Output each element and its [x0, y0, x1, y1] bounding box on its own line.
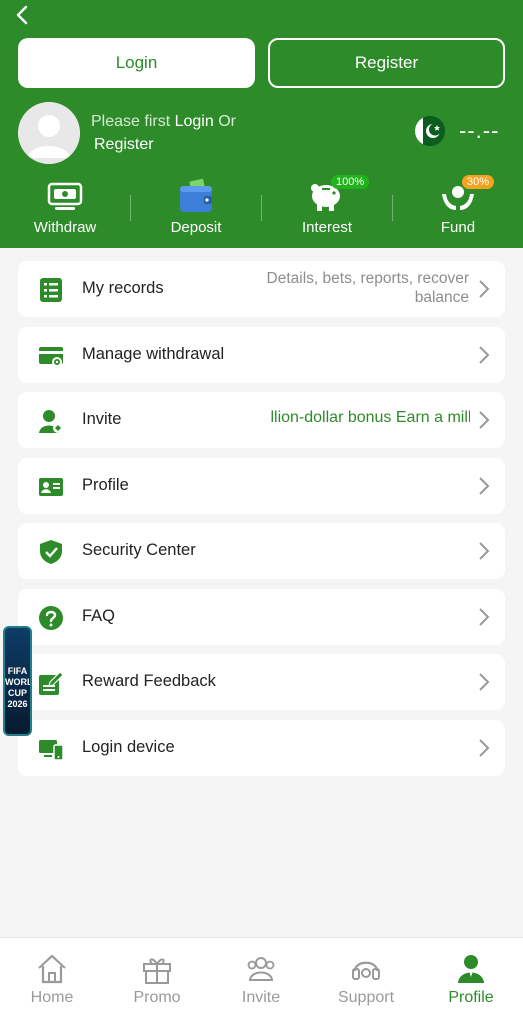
id-card-icon: [38, 474, 64, 500]
hint-login-link[interactable]: Login: [175, 113, 214, 130]
nav-label: Home: [30, 989, 74, 1006]
nav-promo[interactable]: Promo: [117, 952, 197, 1007]
menu-item-my-records[interactable]: My records Details, bets, reports, recov…: [18, 261, 505, 317]
divider: [392, 195, 393, 221]
back-arrow-icon[interactable]: [12, 4, 34, 26]
register-button[interactable]: Register: [268, 38, 505, 88]
menu-item-label: Invite: [82, 410, 122, 428]
nav-label: Promo: [133, 989, 181, 1006]
fifa-banner-text: FIFA WORLD CUP 2026: [5, 666, 32, 709]
menu-item-label: Security Center: [82, 541, 196, 559]
menu-item-security-center[interactable]: Security Center: [18, 523, 505, 579]
menu-item-faq[interactable]: FAQ: [18, 589, 505, 645]
login-hint: Please first Login Or Register: [91, 110, 271, 156]
divider: [261, 195, 262, 221]
interest-label: Interest: [301, 219, 353, 236]
withdraw-action[interactable]: Withdraw: [15, 178, 115, 242]
balance-value: --.--: [459, 118, 500, 143]
person-icon: [454, 952, 488, 986]
nav-support[interactable]: Support: [326, 952, 406, 1007]
menu-item-manage-withdrawal[interactable]: Manage withdrawal: [18, 327, 505, 383]
interest-action[interactable]: 100% Interest: [277, 175, 377, 242]
menu-item-label: Reward Feedback: [82, 672, 216, 690]
deposit-label: Deposit: [170, 219, 222, 236]
menu-item-label: Login device: [82, 738, 175, 756]
menu-item-label: Manage withdrawal: [82, 345, 225, 363]
home-icon: [35, 952, 69, 986]
withdraw-icon: [45, 178, 85, 214]
fund-label: Fund: [440, 219, 476, 236]
question-icon: [38, 605, 64, 631]
menu-item-profile[interactable]: Profile: [18, 458, 505, 514]
chevron-right-icon: [477, 672, 491, 692]
nav-home[interactable]: Home: [12, 952, 92, 1007]
shield-icon: [38, 539, 64, 565]
gift-icon: [140, 952, 174, 986]
pakistan-flag-icon[interactable]: [415, 116, 445, 146]
fund-badge: 30%: [462, 175, 495, 189]
invite-user-icon: [38, 408, 64, 434]
menu-item-label: Profile: [82, 476, 129, 494]
hint-or: Or: [218, 113, 236, 130]
hint-prefix: Please first: [91, 113, 171, 130]
fund-hands-icon: 30%: [438, 175, 495, 214]
hint-register-link[interactable]: Register: [91, 133, 271, 156]
chevron-right-icon: [477, 345, 491, 365]
users-icon: [244, 952, 278, 986]
chevron-right-icon: [477, 279, 491, 299]
chevron-right-icon: [477, 476, 491, 496]
chevron-right-icon: [477, 410, 491, 430]
nav-label: Support: [337, 989, 395, 1006]
invite-marquee-text: Earn a million-dollar bonus Earn a milli: [270, 409, 470, 426]
menu-item-label: FAQ: [82, 607, 116, 625]
nav-profile[interactable]: Profile: [431, 952, 511, 1007]
bottom-navigation: Home Promo Invite Support Profile: [0, 937, 523, 1024]
menu-item-description: Details, bets, reports, recover balance: [266, 270, 469, 306]
menu-item-login-device[interactable]: Login device: [18, 720, 505, 776]
chevron-right-icon: [477, 738, 491, 758]
devices-icon: [38, 736, 64, 762]
fund-action[interactable]: 30% Fund: [408, 175, 508, 242]
withdraw-label: Withdraw: [33, 219, 97, 236]
nav-invite[interactable]: Invite: [221, 952, 301, 1007]
nav-label: Profile: [448, 989, 494, 1006]
menu-item-invite[interactable]: Invite Earn a million-dollar bonus Earn …: [18, 392, 505, 448]
edit-document-icon: [38, 670, 64, 696]
chevron-right-icon: [477, 541, 491, 561]
wallet-icon: [176, 178, 216, 214]
interest-badge: 100%: [331, 175, 370, 189]
deposit-action[interactable]: Deposit: [146, 178, 246, 242]
fifa-promo-banner[interactable]: FIFA WORLD CUP 2026: [3, 626, 32, 736]
menu-item-reward-feedback[interactable]: Reward Feedback: [18, 654, 505, 710]
avatar[interactable]: [18, 102, 80, 164]
headset-icon: [349, 952, 383, 986]
menu-item-label: My records: [82, 279, 164, 297]
divider: [130, 195, 131, 221]
records-icon: [38, 277, 64, 303]
invite-marquee: Earn a million-dollar bonus Earn a milli: [270, 409, 470, 427]
piggy-bank-icon: 100%: [307, 175, 370, 214]
nav-label: Invite: [241, 989, 281, 1006]
login-button[interactable]: Login: [18, 38, 255, 88]
profile-header: Login Register Please first Login Or Reg…: [0, 0, 523, 248]
chevron-right-icon: [477, 607, 491, 627]
card-settings-icon: [38, 343, 64, 369]
